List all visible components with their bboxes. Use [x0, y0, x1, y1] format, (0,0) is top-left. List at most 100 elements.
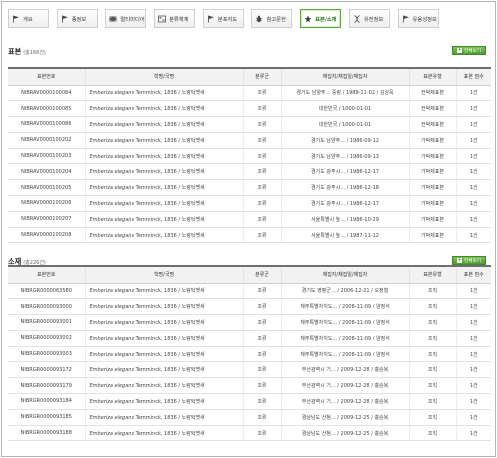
scientific-name: Emberiza elegans: [89, 137, 135, 144]
tab-label: 표본/소재: [315, 16, 337, 23]
specimen-id-cell: NIBRAV0000100207: [8, 211, 85, 228]
tab-1[interactable]: 종정보: [56, 9, 98, 28]
author-common-name: Temminck, 1836 / 노랑턱멧새: [134, 153, 205, 160]
table-row[interactable]: NIBRGR0000093000 Emberiza elegans Temminc…: [8, 298, 491, 316]
collection-info-cell: 부산광역시 기... / 2009-12-28 / 홍순복: [280, 361, 409, 379]
table-row[interactable]: NIBRGR0000093179 Emberiza elegans Temminc…: [8, 377, 491, 395]
taxon-cell: 조류: [242, 425, 281, 442]
tab-6[interactable]: 표본/소재: [300, 9, 342, 28]
table-row[interactable]: NIBRGR0000093001 Emberiza elegans Temminc…: [8, 314, 491, 331]
specimen-id-cell: NIBRGR0000093179: [8, 377, 85, 395]
tab-label: 분포지도: [217, 16, 238, 23]
collection-info-cell: 서울특별시 높... / 1986-10-29: [280, 211, 409, 228]
column-header: 표본유형: [408, 266, 456, 284]
scientific-name: Emberiza elegans: [89, 200, 135, 207]
flag-icon: [12, 15, 20, 23]
tab-7[interactable]: 유전정보: [348, 9, 390, 28]
specimen-type-cell: 조직: [408, 409, 456, 426]
scientific-name: Emberiza elegans: [89, 216, 135, 223]
scientific-name: Emberiza elegans: [89, 383, 135, 390]
specimen-count-cell: 1건: [455, 393, 491, 410]
material-view-all-button[interactable]: + 전체보기: [452, 256, 486, 265]
table-row[interactable]: NIBRGR0000093185 Emberiza elegans Temminc…: [8, 409, 491, 426]
specimen-count-cell: 1건: [455, 346, 491, 363]
column-header: 분류군: [242, 266, 281, 284]
view-all-label: 전체보기: [464, 258, 481, 264]
author-common-name: Temminck, 1836 / 노랑턱멧새: [134, 288, 205, 295]
table-row[interactable]: NIBRAV0000100208 Emberiza elegans Temminc…: [8, 227, 491, 244]
scientific-name-cell: Emberiza elegans Temminck, 1836 / 노랑턱멧새: [84, 85, 243, 102]
scientific-name: Emberiza elegans: [89, 430, 135, 437]
tab-2[interactable]: 멀티미디어: [105, 9, 147, 28]
table-row[interactable]: NIBRGR0000093188 Emberiza elegans Temminc…: [8, 425, 491, 442]
column-header: 표본번호: [8, 266, 85, 284]
table-row[interactable]: NIBRAV0000100084 Emberiza elegans Temminc…: [8, 85, 491, 102]
species-detail-panel: 개요 종정보 멀티미디어 분류체계 분포지도 참고문헌 표본/소재 유전정보 유용성정보 표본(…: [1, 1, 496, 457]
table-row[interactable]: NIBRAV0000100207 Emberiza elegans Temminc…: [8, 211, 491, 228]
table-row[interactable]: NIBRGR0000093003 Emberiza elegans Temminc…: [8, 346, 491, 363]
scientific-name: Emberiza elegans: [89, 398, 135, 405]
collection-info-cell: 경기도 광주시... / 1986-12-17: [280, 163, 409, 181]
collection-info-cell: 경기도 영평군... / 2006-12-21 / 오정철: [280, 283, 409, 300]
tab-bar: 개요 종정보 멀티미디어 분류체계 분포지도 참고문헌 표본/소재 유전정보 유용성정보: [8, 9, 446, 28]
scientific-name-cell: Emberiza elegans Temminck, 1836 / 노랑턱멧새: [84, 393, 243, 410]
table-row[interactable]: NIBRAV0000100204 Emberiza elegans Temminc…: [8, 163, 491, 181]
specimen-count-cell: 1건: [455, 116, 491, 133]
scientific-name-cell: Emberiza elegans Temminck, 1836 / 노랑턱멧새: [84, 283, 243, 300]
column-header: 표본번호: [8, 68, 85, 86]
table-row[interactable]: NIBRGR0000093184 Emberiza elegans Temminc…: [8, 393, 491, 410]
taxon-cell: 조류: [242, 283, 281, 300]
column-header: 표본유형: [408, 68, 456, 86]
table-row[interactable]: NIBRAV0000100085 Emberiza elegans Temminc…: [8, 100, 491, 118]
specimen-count-cell: 1건: [455, 227, 491, 244]
tab-4[interactable]: 분포지도: [202, 9, 244, 28]
table-row[interactable]: NIBRGR0000093002 Emberiza elegans Temminc…: [8, 330, 491, 347]
specimen-count-cell: 1건: [455, 132, 491, 149]
tab-3[interactable]: 분류체계: [154, 9, 196, 28]
scientific-name-cell: Emberiza elegans Temminck, 1836 / 노랑턱멧새: [84, 195, 243, 212]
author-common-name: Temminck, 1836 / 노랑턱멧새: [134, 169, 205, 176]
material-table: 표본번호 학명/국명 분류군 채집지/채집일/채집자 표본유형 표본 점수 NIBRGR0…: [8, 265, 491, 442]
tab-label: 개요: [23, 16, 33, 23]
table-row[interactable]: NIBRAV0000100205 Emberiza elegans Temminc…: [8, 179, 491, 197]
author-common-name: Temminck, 1836 / 노랑턱멧새: [134, 121, 205, 128]
specimen-view-all-button[interactable]: + 전체보기: [452, 46, 486, 55]
table-row[interactable]: NIBRAV0000100206 Emberiza elegans Temminc…: [8, 195, 491, 212]
specimen-type-cell: 조직: [408, 330, 456, 347]
table-row[interactable]: NIBRAV0000100203 Emberiza elegans Temminc…: [8, 148, 491, 165]
collection-info-cell: 대한민국 / 1000-01-01: [280, 116, 409, 133]
table-row[interactable]: NIBRAV0000100202 Emberiza elegans Temminc…: [8, 132, 491, 149]
specimen-type-cell: 가박제표본: [408, 148, 456, 165]
table-row[interactable]: NIBRGR0000093172 Emberiza elegans Temminc…: [8, 361, 491, 379]
tab-5[interactable]: 참고문헌: [251, 9, 293, 28]
scientific-name-cell: Emberiza elegans Temminck, 1836 / 노랑턱멧새: [84, 100, 243, 118]
scientific-name-cell: Emberiza elegans Temminck, 1836 / 노랑턱멧새: [84, 163, 243, 181]
specimen-count-cell: 1건: [455, 85, 491, 102]
specimen-id-cell: NIBRGR0000093172: [8, 361, 85, 379]
collection-info-cell: 경기도 남양주... 중랑 / 1988-11-02 / 김상옥: [280, 85, 409, 102]
film-icon: [109, 15, 117, 23]
specimen-id-cell: NIBRGR0000093000: [8, 298, 85, 316]
specimen-type-cell: 조직: [408, 361, 456, 379]
taxon-cell: 조류: [242, 116, 281, 133]
specimen-id-cell: NIBRGR0000093003: [8, 346, 85, 363]
specimen-id-cell: NIBRGR0000093184: [8, 393, 85, 410]
specimen-count-cell: 1건: [455, 283, 491, 300]
tab-8[interactable]: 유용성정보: [397, 9, 439, 28]
column-header: 채집지/채집일/채집자: [280, 68, 409, 86]
scientific-name-cell: Emberiza elegans Temminck, 1836 / 노랑턱멧새: [84, 330, 243, 347]
author-common-name: Temminck, 1836 / 노랑턱멧새: [134, 137, 205, 144]
author-common-name: Temminck, 1836 / 노랑턱멧새: [134, 304, 205, 311]
specimen-type-cell: 조직: [408, 314, 456, 331]
taxon-cell: 조류: [242, 211, 281, 228]
scientific-name-cell: Emberiza elegans Temminck, 1836 / 노랑턱멧새: [84, 314, 243, 331]
author-common-name: Temminck, 1836 / 노랑턱멧새: [134, 351, 205, 358]
table-row[interactable]: NIBRAV0000100086 Emberiza elegans Temminc…: [8, 116, 491, 133]
tab-0[interactable]: 개요: [8, 9, 49, 28]
table-row[interactable]: NIBRGR0000063580 Emberiza elegans Temminc…: [8, 283, 491, 300]
plus-icon: +: [457, 47, 463, 53]
flag-icon: [61, 15, 69, 23]
specimen-type-cell: 가박제표본: [408, 132, 456, 149]
specimen-count-cell: 1건: [455, 148, 491, 165]
specimen-count: (총166건): [23, 50, 46, 56]
